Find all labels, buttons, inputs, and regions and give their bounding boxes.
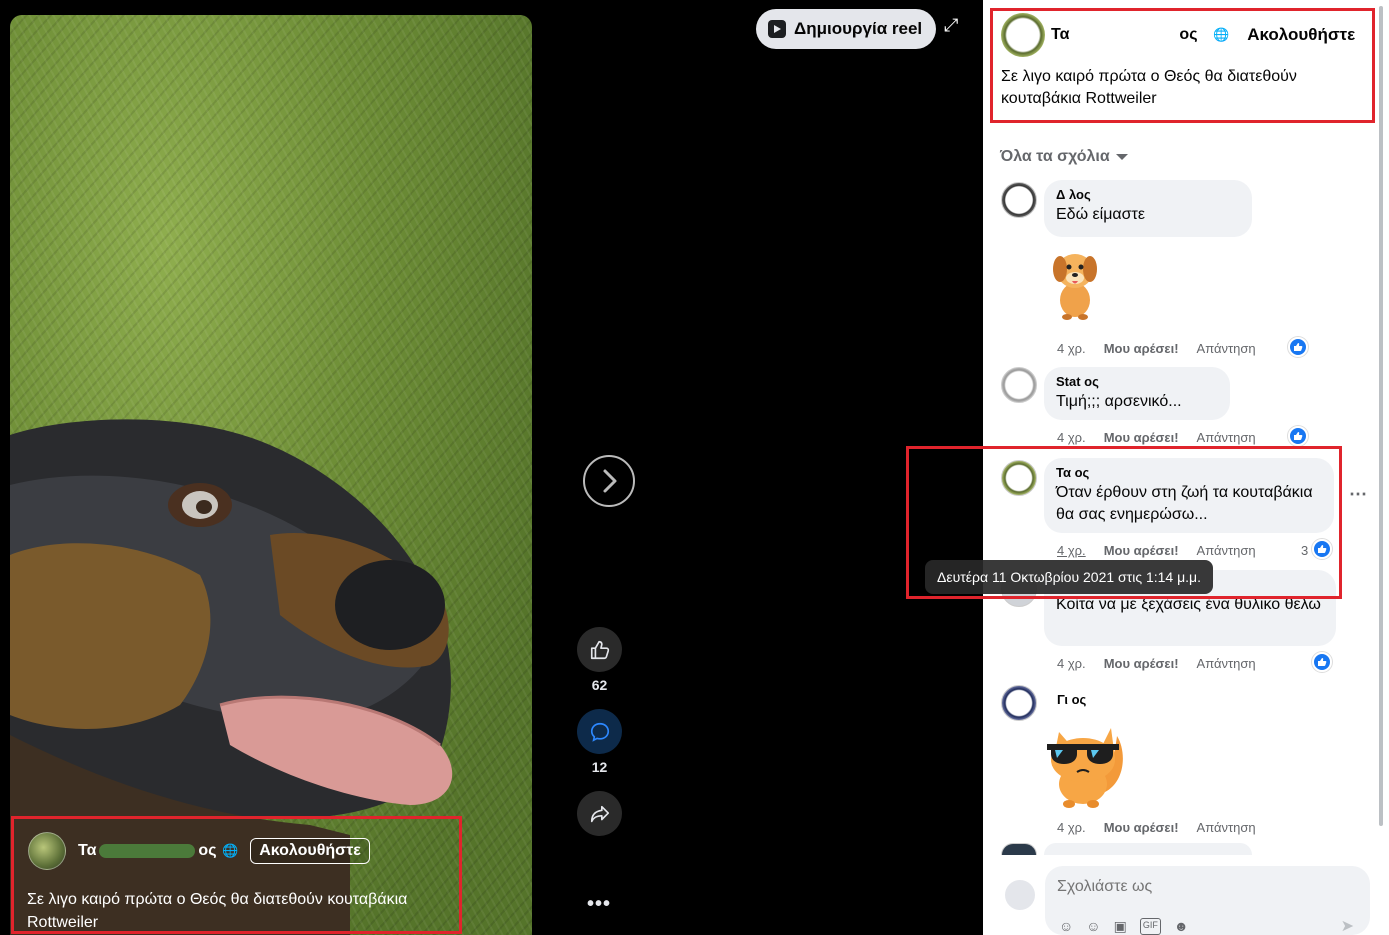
comment-meta: 4 χρ. Μου αρέσει! Απάντηση bbox=[1057, 341, 1256, 356]
comment-text: Εδώ είμαστε bbox=[1056, 206, 1145, 223]
avatar-sticker-icon[interactable]: ☺ bbox=[1059, 918, 1073, 935]
comment-time[interactable]: 4 χρ. bbox=[1057, 656, 1086, 671]
expand-icon[interactable]: ⤢ bbox=[944, 15, 958, 36]
share-button[interactable] bbox=[577, 791, 622, 836]
post-follow-button[interactable]: Ακολουθήστε bbox=[1247, 25, 1355, 45]
post-header: Τα ος 🌐 Ακολουθήστε bbox=[1001, 12, 1355, 58]
post-author-name[interactable]: Τα ος bbox=[1051, 26, 1211, 44]
reel-viewer: Τα ος 🌐 Ακολουθήστε Σε λιγο καιρό πρώτα ο… bbox=[0, 0, 1389, 935]
share-icon bbox=[590, 805, 609, 822]
emoji-icon[interactable]: ☺ bbox=[1086, 918, 1100, 935]
dog-sticker bbox=[1053, 254, 1097, 320]
comment-button[interactable] bbox=[577, 709, 622, 754]
follow-button[interactable]: Ακολουθήστε bbox=[250, 838, 370, 864]
camera-icon[interactable]: ▣ bbox=[1114, 918, 1127, 935]
comment-meta: 4 χρ. Μου αρέσει! Απάντηση bbox=[1057, 656, 1256, 671]
create-reel-button[interactable]: Δημιουργία reel bbox=[756, 9, 937, 49]
like-reaction-icon[interactable] bbox=[1288, 426, 1308, 446]
comment-time[interactable]: 4 χρ. bbox=[1057, 820, 1086, 835]
comment-avatar[interactable] bbox=[1001, 685, 1037, 721]
video-caption: Σε λιγο καιρό πρώτα ο Θεός θα διατεθούν … bbox=[27, 891, 408, 931]
composer-toolbar: ☺ ☺ ▣ GIF ☻ bbox=[1059, 918, 1189, 935]
comment-icon bbox=[590, 722, 609, 742]
like-reaction-icon[interactable] bbox=[1312, 652, 1332, 672]
comments-sort-dropdown[interactable]: Όλα τα σχόλια bbox=[1000, 148, 1128, 166]
more-options-icon[interactable]: ⋯ bbox=[1349, 484, 1367, 505]
like-reaction-icon[interactable] bbox=[1288, 337, 1308, 357]
scrollbar[interactable] bbox=[1379, 6, 1383, 826]
comment-like-link[interactable]: Μου αρέσει! bbox=[1104, 430, 1179, 445]
comment-avatar[interactable] bbox=[1001, 843, 1037, 855]
comment-reply-link[interactable]: Απάντηση bbox=[1197, 820, 1256, 835]
comment-avatar[interactable] bbox=[1001, 367, 1037, 403]
comment-bubble: Δ λος Εδώ είμαστε bbox=[1044, 180, 1252, 237]
send-icon[interactable]: ➤ bbox=[1341, 916, 1354, 935]
chevron-right-icon bbox=[603, 469, 617, 493]
caret-down-icon bbox=[1115, 153, 1128, 160]
post-author-avatar[interactable] bbox=[1001, 13, 1045, 57]
timestamp-tooltip: Δευτέρα 11 Οκτωβρίου 2021 στις 1:14 μ.μ. bbox=[925, 560, 1214, 594]
comment-avatar[interactable] bbox=[1001, 182, 1037, 218]
comment-like-link[interactable]: Μου αρέσει! bbox=[1104, 656, 1179, 671]
comment-time[interactable]: 4 χρ. bbox=[1057, 341, 1086, 356]
reel-video[interactable] bbox=[10, 15, 532, 935]
cat-sticker bbox=[1047, 728, 1123, 808]
gif-icon[interactable]: GIF bbox=[1139, 918, 1161, 935]
next-reel-button[interactable] bbox=[583, 455, 635, 507]
create-reel-label: Δημιουργία reel bbox=[794, 19, 923, 38]
comment-composer[interactable]: ☺ ☺ ▣ GIF ☻ ➤ bbox=[1045, 866, 1370, 935]
like-button[interactable] bbox=[577, 627, 622, 672]
comment-text: Τιμή;;; αρσενικό... bbox=[1056, 393, 1182, 410]
dog-image bbox=[10, 419, 453, 935]
comment-reply-link[interactable]: Απάντηση bbox=[1197, 430, 1256, 445]
comment-reply-link[interactable]: Απάντηση bbox=[1197, 341, 1256, 356]
post-text: Σε λιγο καιρό πρώτα ο Θεός θα διατεθούν … bbox=[1001, 68, 1297, 107]
comment-meta: 4 χρ. Μου αρέσει! Απάντηση bbox=[1057, 430, 1256, 445]
globe-icon: 🌐 bbox=[222, 843, 239, 858]
comment-meta: 4 χρ. Μου αρέσει! Απάντηση bbox=[1057, 820, 1256, 835]
comment-author[interactable]: Δ λος bbox=[1056, 187, 1240, 204]
thumbs-up-icon bbox=[590, 640, 609, 659]
sticker-icon[interactable]: ☻ bbox=[1174, 918, 1189, 935]
user-avatar bbox=[1005, 880, 1035, 910]
comment-like-link[interactable]: Μου αρέσει! bbox=[1104, 341, 1179, 356]
comment-author[interactable]: Γι ος bbox=[1057, 692, 1257, 709]
reel-icon bbox=[768, 20, 786, 38]
comment-bubble bbox=[1044, 843, 1252, 855]
comment-reply-link[interactable]: Απάντηση bbox=[1197, 656, 1256, 671]
owner-avatar[interactable] bbox=[28, 832, 66, 870]
comment-author[interactable]: Stat ος bbox=[1056, 374, 1218, 391]
comment-like-link[interactable]: Μου αρέσει! bbox=[1104, 820, 1179, 835]
comment-time[interactable]: 4 χρ. bbox=[1057, 430, 1086, 445]
owner-name[interactable]: Τα ος bbox=[78, 842, 218, 860]
more-options-icon[interactable]: ••• bbox=[587, 893, 611, 916]
video-owner-row: Τα ος 🌐 Ακολουθήστε bbox=[28, 832, 370, 870]
comment-count: 12 bbox=[591, 759, 608, 775]
comment-input[interactable] bbox=[1057, 878, 1337, 896]
globe-icon: 🌐 bbox=[1213, 27, 1230, 42]
comment-bubble: Stat ος Τιμή;;; αρσενικό... bbox=[1044, 367, 1230, 420]
like-count: 62 bbox=[591, 677, 608, 693]
comment-bubble: Γι ος bbox=[1057, 692, 1257, 709]
